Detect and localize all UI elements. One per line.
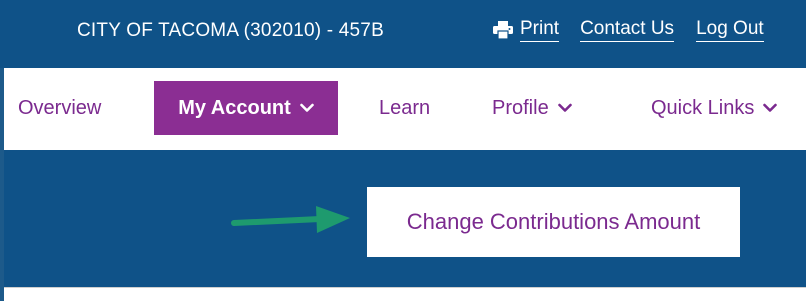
nav-item-learn[interactable]: Learn (379, 81, 430, 135)
utility-links: Print Contact Us Log Out (493, 18, 764, 42)
nav-item-quick-links[interactable]: Quick Links (651, 81, 778, 135)
nav-item-label: Profile (492, 96, 549, 119)
chevron-down-icon (763, 103, 778, 112)
nav-item-label: Overview (18, 96, 102, 119)
nav-item-my-account[interactable]: My Account (154, 81, 338, 135)
nav-item-overview[interactable]: Overview (18, 81, 101, 135)
account-title: CITY OF TACOMA (302010) - 457B (77, 20, 384, 41)
chevron-down-icon (299, 103, 314, 112)
nav-item-profile[interactable]: Profile (492, 81, 572, 135)
print-link[interactable]: Print (493, 18, 560, 42)
annotation-arrow (231, 206, 350, 233)
nav-item-label: My Account (178, 96, 291, 119)
content-panel: Change Contributions Amount (4, 150, 806, 287)
chevron-down-icon (557, 103, 572, 112)
top-header-bar: CITY OF TACOMA (302010) - 457B Print Con… (0, 0, 806, 68)
main-nav: Overview My Account Learn Profile Quick … (4, 68, 806, 151)
print-link-label[interactable]: Print (520, 18, 560, 42)
nav-item-label: Quick Links (651, 96, 755, 119)
change-contributions-amount-link[interactable]: Change Contributions Amount (367, 187, 740, 257)
contact-us-link[interactable]: Contact Us (580, 18, 675, 42)
nav-item-label: Learn (379, 96, 431, 119)
printer-icon (493, 21, 513, 39)
page-bottom (4, 287, 806, 302)
log-out-link[interactable]: Log Out (696, 18, 764, 42)
